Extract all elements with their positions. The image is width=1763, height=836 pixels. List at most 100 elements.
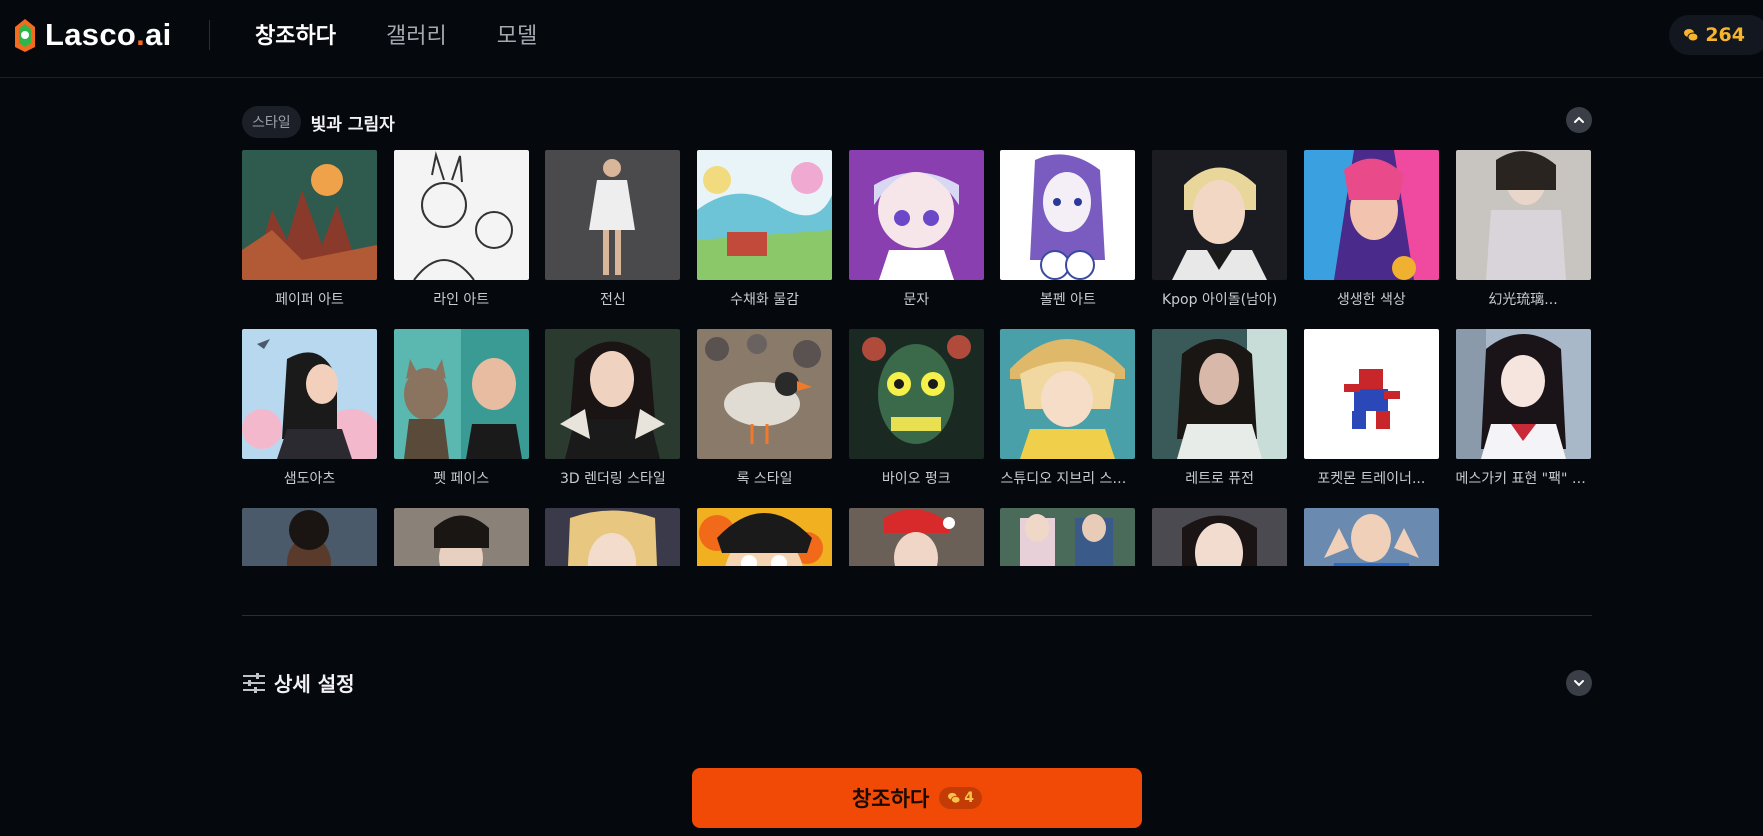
style-thumbnail [1455,329,1591,459]
style-grid: 페이퍼 아트 라인 아트 전신 수채화 물감 문자 볼펜 아트 Kpop 아이돌(남아) 생생… [242,150,1594,566]
style-card[interactable]: 라인 아트 [393,150,529,329]
cost-badge: 4 [939,787,983,809]
nav-item-gallery[interactable]: 갤러리 [386,18,447,50]
style-thumbnail [848,150,984,280]
style-card[interactable] [848,508,984,566]
style-grid-viewport[interactable]: 페이퍼 아트 라인 아트 전신 수채화 물감 문자 볼펜 아트 Kpop 아이돌(남아) 생생… [242,150,1594,566]
style-card[interactable]: 바이오 펑크 [848,329,984,508]
style-card[interactable]: 메스가키 표현 "팩" 컨... [1455,329,1591,508]
style-thumbnail [393,508,529,566]
style-card[interactable]: 스튜디오 지브리 스타... [1000,329,1136,508]
logo-text: Lasco.ai [45,17,172,52]
create-button-label: 창조하다 [851,787,930,811]
style-card[interactable]: Kpop 아이돌(남아) [1152,150,1288,329]
style-thumbnail [393,150,529,280]
style-thumbnail [697,329,833,459]
create-button[interactable]: 창조하다 4 [692,768,1142,828]
style-card-label: Kpop 아이돌(남아) [1161,292,1278,308]
style-card[interactable]: 幻光琉璃... [1455,150,1591,329]
style-card[interactable]: 문자 [848,150,984,329]
chevron-down-icon [1574,680,1584,687]
style-card-label: 바이오 펑크 [881,471,951,487]
style-thumbnail [1152,150,1288,280]
style-thumbnail [1000,329,1136,459]
style-card[interactable] [1000,508,1136,566]
style-section-header: 스타일 빛과 그림자 [242,106,395,138]
style-card[interactable]: 볼펜 아트 [1000,150,1136,329]
style-tag: 스타일 [242,106,301,138]
style-card[interactable] [697,508,833,566]
style-thumbnail [1303,329,1439,459]
style-card-label: 전신 [599,292,626,308]
style-card[interactable]: 레트로 퓨전 [1152,329,1288,508]
style-card-label: 페이퍼 아트 [275,292,344,308]
style-card[interactable]: 록 스타일 [697,329,833,508]
credits-value: 264 [1705,24,1745,46]
style-card-label: 포켓몬 트레이너... [1317,471,1426,487]
logo-mark-icon [15,19,35,52]
section-divider [242,615,1592,616]
style-card-label: 수채화 물감 [730,292,799,308]
style-thumbnail [1152,508,1288,566]
style-card-label: 생생한 색상 [1336,292,1406,308]
style-thumbnail [545,329,681,459]
style-thumbnail [1455,150,1591,280]
style-thumbnail [545,508,681,566]
style-thumbnail [1303,150,1439,280]
style-card[interactable] [545,508,681,566]
style-card[interactable] [393,508,529,566]
style-card-label: 메스가키 표현 "팩" 컨... [1455,471,1591,487]
style-card[interactable] [1303,508,1439,566]
style-card[interactable]: 전신 [545,150,681,329]
style-thumbnail [242,508,377,566]
style-card-label: 샘도아츠 [283,471,336,487]
style-thumbnail [1152,329,1288,459]
style-thumbnail [393,329,529,459]
style-card-label: 펫 페이스 [433,471,490,487]
style-card-label: 라인 아트 [433,292,490,308]
nav-item-models[interactable]: 모델 [497,18,537,50]
sliders-icon [243,672,265,693]
style-card-label: 볼펜 아트 [1039,292,1096,308]
logo[interactable]: Lasco.ai [11,17,172,53]
style-card[interactable]: 포켓몬 트레이너... [1303,329,1439,508]
style-card[interactable]: 펫 페이스 [393,329,529,508]
style-card-label: 레트로 퓨전 [1185,471,1255,487]
collapse-style-button[interactable] [1566,107,1592,133]
cost-value: 4 [964,790,975,806]
style-thumbnail [242,150,377,280]
style-card[interactable]: 샘도아츠 [242,329,377,508]
style-card[interactable]: 생생한 색상 [1303,150,1439,329]
style-card-label: 幻光琉璃... [1488,292,1558,308]
style-card[interactable] [1152,508,1288,566]
top-header: Lasco.ai 창조하다 갤러리 모델 264 [0,0,1763,78]
style-card[interactable]: 수채화 물감 [697,150,833,329]
style-card-label: 록 스타일 [736,471,793,487]
style-card-label: 3D 렌더링 스타일 [559,471,666,487]
header-divider [209,20,210,50]
style-card-label: 스튜디오 지브리 스타... [1000,471,1136,487]
advanced-settings-title: 상세 설정 [274,672,355,696]
style-thumbnail [1000,508,1136,566]
main-nav: 창조하다 갤러리 모델 [255,18,537,50]
style-card[interactable]: 페이퍼 아트 [242,150,377,329]
nav-item-create[interactable]: 창조하다 [255,18,336,50]
style-thumbnail [697,508,833,566]
style-thumbnail [848,508,984,566]
style-thumbnail [697,150,833,280]
selected-style-title: 빛과 그림자 [310,114,395,135]
style-thumbnail [1000,150,1136,280]
coin-icon [948,792,961,804]
coin-icon [1684,29,1699,42]
chevron-up-icon [1574,116,1584,123]
style-card-label: 문자 [903,292,930,308]
style-thumbnail [1303,508,1439,566]
credits-badge[interactable]: 264 [1669,15,1763,55]
expand-advanced-button[interactable] [1566,670,1592,696]
style-card[interactable] [242,508,377,566]
style-thumbnail [242,329,377,459]
style-card[interactable]: 3D 렌더링 스타일 [545,329,681,508]
style-thumbnail [545,150,681,280]
advanced-settings-header[interactable]: 상세 설정 [242,668,355,697]
style-thumbnail [848,329,984,459]
